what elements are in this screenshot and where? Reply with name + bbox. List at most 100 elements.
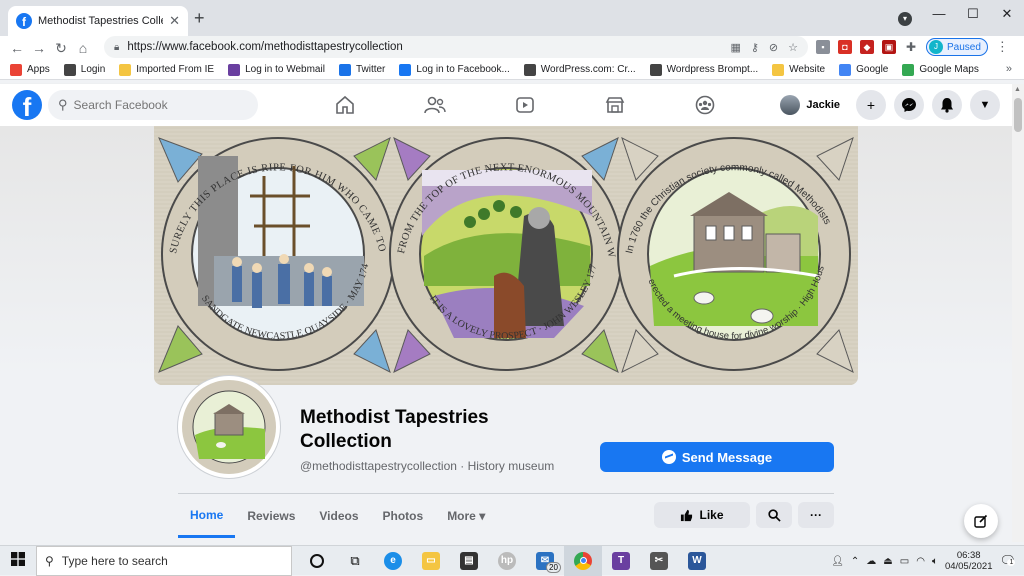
bookmark-item[interactable]: Google Maps — [902, 63, 979, 76]
minimize-button[interactable]: — — [922, 4, 956, 24]
notifications-button[interactable] — [932, 90, 962, 120]
tab-photos[interactable]: Photos — [371, 494, 436, 538]
chrome-app[interactable] — [564, 545, 602, 576]
facebook-search[interactable]: ⚲ — [48, 90, 258, 120]
mail-unread-badge: 20 — [546, 561, 561, 573]
lock-icon[interactable]: 🔒︎ — [114, 42, 119, 53]
start-button[interactable] — [0, 552, 36, 569]
new-message-fab[interactable] — [964, 504, 998, 538]
profile-paused-button[interactable]: J Paused — [926, 38, 988, 56]
snip-app[interactable]: ✂ — [640, 546, 678, 576]
page-more-options-button[interactable]: ··· — [798, 502, 834, 528]
nav-watch[interactable] — [480, 84, 570, 126]
tab-more[interactable]: More ▾ — [435, 494, 497, 538]
tab-reviews[interactable]: Reviews — [235, 494, 307, 538]
pocket-extension-icon[interactable]: ◘ — [838, 40, 852, 54]
qr-code-icon[interactable]: ▦ — [730, 41, 740, 54]
edge-app[interactable]: e — [374, 546, 412, 576]
bookmark-item[interactable]: Log in to Webmail — [228, 63, 325, 76]
close-tab-icon[interactable]: ✕ — [169, 13, 180, 29]
nav-home[interactable] — [300, 84, 390, 126]
nav-friends[interactable] — [390, 84, 480, 126]
volume-icon[interactable]: 🔈︎ — [932, 556, 938, 567]
puzzle-extensions-icon[interactable]: ✚ — [904, 40, 918, 54]
bookmark-item[interactable]: Wordpress Brompt... — [649, 63, 759, 76]
edge-icon: e — [384, 551, 402, 570]
url-text[interactable]: https://www.facebook.com/methodisttapest… — [127, 41, 722, 53]
teams-like-app[interactable]: T — [602, 546, 640, 576]
new-tab-button[interactable]: + — [194, 8, 205, 29]
bookmark-item[interactable]: Google — [839, 63, 888, 76]
page-scrollbar[interactable]: ▲ — [1012, 84, 1024, 542]
bookmark-item[interactable]: WordPress.com: Cr... — [523, 63, 636, 76]
battery-icon[interactable]: ▭ — [900, 556, 909, 567]
facebook-logo-icon[interactable]: f — [12, 90, 42, 120]
hp-logo-icon: hp — [498, 551, 516, 570]
onedrive-icon[interactable]: ☁ — [866, 556, 876, 567]
account-menu-button[interactable]: ▼ — [970, 90, 1000, 120]
nav-marketplace[interactable] — [570, 84, 660, 126]
tab-search-icon[interactable]: ▾ — [898, 12, 912, 26]
scroll-up-arrow-icon[interactable]: ▲ — [1014, 86, 1021, 93]
bookmark-item[interactable]: Imported From IE — [119, 63, 214, 76]
bookmark-favicon-icon — [902, 63, 915, 76]
taskbar-clock[interactable]: 06:38 04/05/2021 — [945, 550, 993, 572]
back-arrow-icon[interactable]: ← — [6, 40, 28, 56]
taskbar-search[interactable]: ⚲ Type here to search — [36, 545, 292, 576]
usb-icon[interactable]: ⏏ — [883, 556, 892, 567]
video-icon — [516, 97, 534, 113]
hp-app[interactable]: hp — [488, 546, 526, 576]
shield-extension-icon[interactable]: ◆ — [860, 40, 874, 54]
wifi-icon[interactable]: ◠ — [916, 556, 925, 567]
file-explorer-app[interactable]: ▭ — [412, 546, 450, 576]
home-icon[interactable]: ⌂ — [72, 40, 94, 56]
bookmark-favicon-icon — [649, 63, 662, 76]
bookmark-item[interactable]: Website — [772, 63, 825, 76]
mail-app[interactable]: ✉ 20 — [526, 546, 564, 576]
search-input[interactable] — [73, 98, 244, 112]
messenger-button[interactable] — [894, 90, 924, 120]
bookmark-item[interactable]: Apps — [10, 63, 50, 76]
browser-tab[interactable]: f Methodist Tapestries Collection | ✕ — [8, 6, 188, 36]
extension-icon[interactable]: ▪ — [816, 40, 830, 54]
bookmark-favicon-icon — [523, 63, 536, 76]
key-icon[interactable]: ⚷ — [751, 41, 759, 54]
bookmark-item[interactable]: Twitter — [338, 63, 386, 76]
bookmark-label: Wordpress Brompt... — [666, 64, 759, 75]
tab-home[interactable]: Home — [178, 494, 236, 538]
cortana-button[interactable] — [298, 546, 336, 576]
like-button[interactable]: Like — [654, 502, 750, 528]
tracking-blocked-icon[interactable]: ⊘ — [769, 41, 778, 54]
pdf-extension-icon[interactable]: ▣ — [882, 40, 896, 54]
bookmarks-overflow-button[interactable]: » — [1006, 63, 1012, 75]
action-center-button[interactable]: 🗨︎1 — [999, 553, 1016, 569]
page-search-button[interactable] — [756, 502, 792, 528]
maximize-button[interactable]: ☐ — [956, 4, 990, 24]
taskbar-search-placeholder: Type here to search — [61, 553, 168, 568]
send-message-button[interactable]: Send Message — [600, 442, 834, 472]
chrome-menu-icon[interactable]: ⋮ — [996, 39, 1009, 55]
facebook-favicon-icon: f — [16, 13, 32, 29]
bookmark-label: Log in to Webmail — [245, 64, 325, 75]
tab-videos[interactable]: Videos — [307, 494, 370, 538]
task-view-button[interactable]: ⧉ — [336, 546, 374, 576]
forward-arrow-icon[interactable]: → — [28, 40, 50, 56]
tray-person-icon[interactable]: 👤︎ — [831, 556, 844, 567]
store-app[interactable]: ▤ — [450, 546, 488, 576]
bookmark-label: Twitter — [355, 64, 386, 75]
bookmark-item[interactable]: Log in to Facebook... — [399, 63, 510, 76]
close-window-button[interactable]: ✕ — [990, 4, 1024, 24]
tray-overflow-icon[interactable]: ⌃ — [851, 556, 859, 567]
scroll-thumb[interactable] — [1014, 98, 1022, 132]
cover-photo[interactable]: SURELY THIS PLACE IS RIPE FOR HIM WHO CA… — [154, 126, 858, 385]
create-button[interactable]: + — [856, 90, 886, 120]
nav-groups[interactable] — [660, 84, 750, 126]
word-icon: W — [688, 551, 706, 570]
bookmark-item[interactable]: Login — [63, 63, 105, 76]
page-profile-picture[interactable] — [178, 376, 280, 478]
word-app[interactable]: W — [678, 546, 716, 576]
reload-icon[interactable]: ↻ — [50, 40, 72, 57]
bookmark-star-icon[interactable]: ☆ — [788, 41, 798, 54]
profile-shortcut[interactable]: Jackie — [778, 90, 848, 120]
address-bar[interactable]: 🔒︎ https://www.facebook.com/methodisttap… — [104, 36, 808, 58]
